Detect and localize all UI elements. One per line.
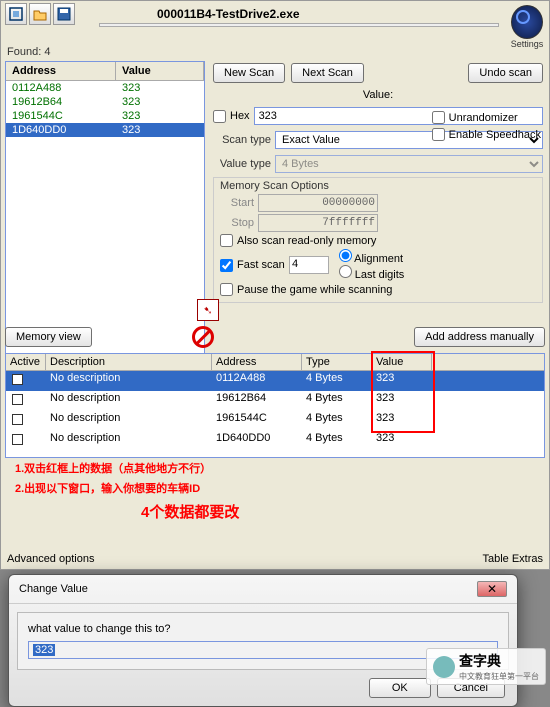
open-process-button[interactable] — [5, 3, 27, 25]
cheat-engine-window: 000011B4-TestDrive2.exe Settings Found: … — [0, 0, 550, 570]
address-list[interactable]: Active Description Address Type Value No… — [5, 353, 545, 458]
settings-link[interactable]: Settings — [511, 39, 544, 49]
lastdigits-radio[interactable] — [339, 265, 352, 278]
delete-icon[interactable] — [192, 326, 214, 348]
side-options: Unrandomizer Enable Speedhack — [432, 111, 541, 141]
scan-result-row[interactable]: 1D640DD0323 — [6, 123, 204, 137]
mascot-icon — [433, 656, 455, 678]
ok-button[interactable]: OK — [369, 678, 431, 698]
dialog-title: Change Value — [19, 583, 88, 595]
advanced-options-link[interactable]: Advanced options — [7, 553, 94, 565]
add-address-button[interactable]: Add address manually — [414, 327, 545, 347]
scan-result-row[interactable]: 0112A488323 — [6, 81, 204, 95]
new-scan-button[interactable]: New Scan — [213, 63, 285, 83]
logo-icon — [511, 5, 543, 39]
alignment-radio[interactable] — [339, 249, 352, 262]
readonly-checkbox[interactable] — [220, 234, 233, 247]
table-extras-link[interactable]: Table Extras — [482, 553, 543, 565]
hex-checkbox[interactable] — [213, 110, 226, 123]
pause-checkbox[interactable] — [220, 283, 233, 296]
found-count: Found: 4 — [7, 46, 50, 58]
progress-bar — [99, 23, 499, 27]
undo-scan-button[interactable]: Undo scan — [468, 63, 543, 83]
value-label: Value: — [363, 89, 393, 101]
next-scan-button[interactable]: Next Scan — [291, 63, 364, 83]
address-list-header: Active Description Address Type Value — [6, 354, 544, 371]
scan-result-row[interactable]: 19612B64323 — [6, 95, 204, 109]
arrow-down-icon[interactable]: ➷ — [197, 299, 219, 321]
close-icon[interactable]: ✕ — [477, 581, 507, 597]
stop-address-input — [258, 214, 378, 232]
address-list-row[interactable]: No description1961544C4 Bytes323 — [6, 411, 544, 431]
process-name: 000011B4-TestDrive2.exe — [157, 7, 300, 21]
fastscan-input[interactable] — [289, 256, 329, 274]
annotation-text: 1.双击红框上的数据（点其他地方不行） 2.出现以下窗口，输入你想要的车辆ID — [15, 459, 211, 499]
valuetype-select[interactable]: 4 Bytes — [275, 155, 543, 173]
memory-scan-options: Memory Scan Options Start Stop Also scan… — [213, 177, 543, 303]
annotation-text-2: 4个数据都要改 — [141, 501, 239, 522]
scan-results-header: Address Value — [6, 62, 204, 81]
app-logo[interactable]: Settings — [509, 5, 545, 51]
open-file-button[interactable] — [29, 3, 51, 25]
change-value-dialog: Change Value ✕ what value to change this… — [8, 574, 518, 707]
start-address-input — [258, 194, 378, 212]
address-list-row[interactable]: No description1D640DD04 Bytes323 — [6, 431, 544, 451]
fastscan-checkbox[interactable] — [220, 259, 233, 272]
address-list-row[interactable]: No description0112A4884 Bytes323 — [6, 371, 544, 391]
save-button[interactable] — [53, 3, 75, 25]
valuetype-label: Value type — [213, 158, 271, 170]
dialog-prompt: what value to change this to? — [28, 623, 498, 635]
watermark: 查字典中文教育狂单第一平台 — [426, 648, 546, 685]
hex-label: Hex — [230, 110, 250, 122]
bottom-bar: Advanced options Table Extras — [7, 553, 543, 565]
memory-view-button[interactable]: Memory view — [5, 327, 92, 347]
scantype-label: Scan type — [213, 134, 271, 146]
speedhack-checkbox[interactable] — [432, 128, 445, 141]
scan-result-row[interactable]: 1961544C323 — [6, 109, 204, 123]
unrandomizer-checkbox[interactable] — [432, 111, 445, 124]
address-list-row[interactable]: No description19612B644 Bytes323 — [6, 391, 544, 411]
